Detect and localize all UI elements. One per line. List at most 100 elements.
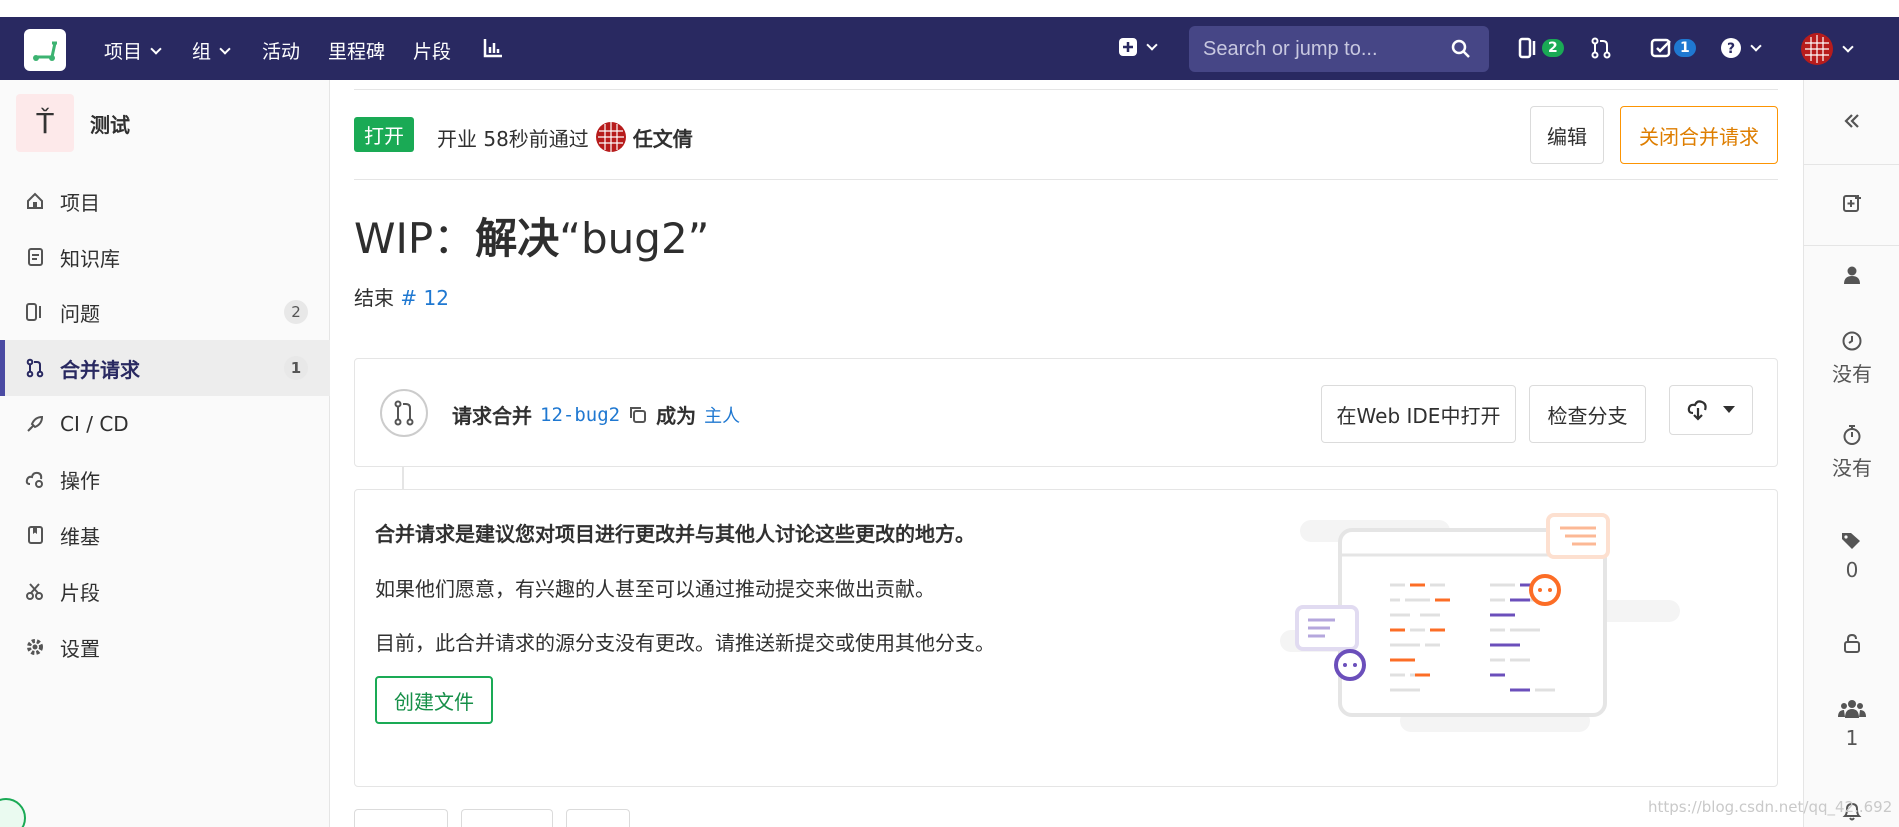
mr-meta: 开业 58秒前通过 任文倩 (437, 121, 693, 153)
nav-milestones[interactable]: 里程碑 (328, 37, 385, 64)
user-menu[interactable] (1800, 32, 1854, 66)
time-tracking[interactable]: 没有 (1804, 424, 1899, 481)
time-tracking-value: 没有 (1832, 456, 1872, 480)
sidebar-item-snippets[interactable]: 片段 (0, 563, 330, 619)
nav-issues[interactable]: 2 (1518, 37, 1564, 59)
sidebar-item-wiki[interactable]: 维基 (0, 507, 330, 563)
sidebar-item-project[interactable]: 项目 (0, 173, 330, 229)
chevron-down-icon (219, 42, 231, 55)
labels[interactable]: 0 (1804, 530, 1899, 582)
add-todo[interactable] (1804, 192, 1899, 214)
empty-state-heading: 合并请求是建议您对项目进行更改并与其他人讨论这些更改的地方。 (375, 522, 975, 546)
right-sidebar: 没有 没有 0 1 (1803, 80, 1899, 827)
merge-illustration (1280, 513, 1680, 732)
merge-request-icon (1591, 37, 1611, 59)
watermark: https://blog.csdn.net/qq_42..692 (1648, 798, 1893, 816)
user-avatar (1801, 33, 1833, 65)
divider (354, 89, 1778, 90)
sidebar-item-repository[interactable]: 知识库 (0, 229, 330, 285)
collapse-sidebar-handle[interactable] (0, 798, 26, 827)
collapse-right-sidebar[interactable] (1804, 110, 1899, 132)
home-icon (27, 192, 43, 209)
tab-stub[interactable] (566, 809, 630, 827)
help-dropdown[interactable]: ? (1720, 37, 1762, 59)
status-badge: 打开 (354, 117, 414, 152)
sidebar-item-ci-cd[interactable]: CI / CD (0, 396, 330, 452)
nav-todos[interactable]: 1 (1650, 37, 1696, 59)
assignee[interactable] (1804, 264, 1899, 286)
lock-icon (1844, 633, 1860, 653)
svg-text:?: ? (1727, 41, 1735, 57)
issues-count-badge: 2 (1542, 39, 1564, 57)
nav-activity[interactable]: 活动 (262, 37, 300, 64)
sidebar-item-issues[interactable]: 问题 2 (0, 284, 330, 340)
search-input[interactable] (1203, 37, 1443, 61)
check-out-branch-button[interactable]: 检查分支 (1529, 385, 1646, 443)
scissors-icon (26, 583, 43, 600)
doc-icon (28, 248, 43, 266)
top-navbar: 项目 组 活动 里程碑 片段 2 (0, 17, 1899, 80)
issues-icon (26, 303, 41, 321)
sidebar-item-operations[interactable]: 操作 (0, 451, 330, 507)
add-todo-icon (1843, 195, 1861, 212)
edit-button[interactable]: 编辑 (1530, 106, 1604, 164)
merge-requests-count: 1 (284, 356, 308, 380)
branch-info-card: 请求合并 12-bug2 成为 主人 在Web IDE中打开 检查分支 (354, 358, 1778, 467)
project-header[interactable]: Ť 测试 (16, 94, 130, 152)
cloud-download-icon (1687, 400, 1707, 421)
search-box[interactable] (1189, 26, 1489, 72)
tab-stub[interactable] (354, 809, 448, 827)
sidebar-item-merge-requests[interactable]: 合并请求 1 (0, 340, 330, 396)
divider (1804, 245, 1899, 246)
participants[interactable]: 1 (1804, 698, 1899, 750)
open-in-web-ide-button[interactable]: 在Web IDE中打开 (1321, 385, 1516, 443)
rocket-icon (27, 415, 44, 432)
caret-down-icon (1723, 406, 1735, 413)
nav-groups[interactable]: 组 (192, 37, 231, 64)
timeline-connector (402, 467, 404, 489)
cloud-gear-icon (25, 471, 43, 488)
chevron-down-icon (150, 42, 162, 55)
nav-merge-requests[interactable] (1590, 37, 1612, 59)
tab-stub[interactable] (461, 809, 553, 827)
copy-icon[interactable] (628, 405, 648, 425)
lock-merge-request[interactable] (1804, 632, 1899, 654)
stopwatch-icon (1843, 425, 1861, 445)
empty-state-line-1: 如果他们愿意，有兴趣的人甚至可以通过推动提交来做出贡献。 (375, 577, 935, 601)
empty-state-card: 合并请求是建议您对项目进行更改并与其他人讨论这些更改的地方。 如果他们愿意，有兴… (354, 489, 1778, 787)
merge-request-icon (380, 389, 428, 437)
clock-icon (1842, 331, 1862, 351)
milestone[interactable]: 没有 (1804, 330, 1899, 387)
chart-icon (483, 39, 502, 58)
closes-issue: 结束 # 12 (354, 286, 449, 310)
nav-projects[interactable]: 项目 (104, 37, 162, 64)
plus-square-icon (1119, 38, 1137, 56)
double-chevron-left-icon (1844, 114, 1859, 128)
project-avatar: Ť (16, 94, 74, 152)
search-icon[interactable] (1451, 39, 1471, 59)
scooter-logo-icon (33, 41, 57, 61)
download-dropdown-button[interactable] (1669, 385, 1753, 435)
nav-analytics[interactable] (482, 37, 504, 59)
tag-icon (1842, 533, 1860, 549)
source-branch[interactable]: 12-bug2 (540, 404, 620, 426)
gear-icon (27, 639, 43, 655)
merge-request-icon (26, 358, 44, 378)
create-file-button[interactable]: 创建文件 (375, 676, 493, 724)
author-name[interactable]: 任文倩 (633, 123, 693, 152)
nav-snippets[interactable]: 片段 (413, 37, 451, 64)
target-branch[interactable]: 主人 (704, 402, 740, 428)
project-sidebar: Ť 测试 项目 知识库 问题 2 合并请求 1 CI / CD 操作 维基 片段… (0, 80, 330, 827)
todo-check-icon (1650, 38, 1671, 58)
help-icon: ? (1721, 38, 1741, 58)
divider (354, 179, 1778, 180)
chevron-down-icon (1842, 41, 1854, 53)
new-dropdown[interactable] (1118, 37, 1158, 57)
close-merge-request-button[interactable]: 关闭合并请求 (1620, 106, 1778, 164)
todos-count-badge: 1 (1674, 39, 1696, 57)
sidebar-item-settings[interactable]: 设置 (0, 619, 330, 675)
closes-issue-link[interactable]: # 12 (400, 286, 449, 310)
author-avatar[interactable] (595, 121, 627, 153)
gitlab-logo[interactable] (24, 29, 66, 71)
issues-icon (1518, 37, 1536, 59)
